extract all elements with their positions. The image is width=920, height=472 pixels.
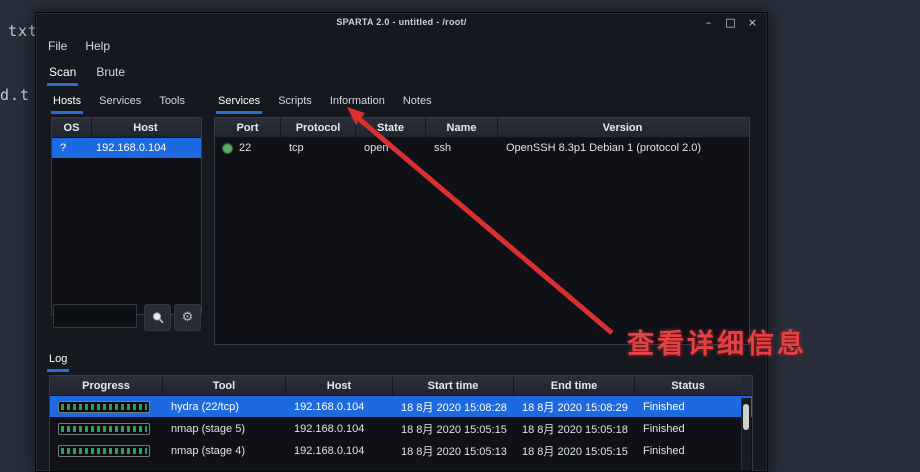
host-address-cell: 192.168.0.104 (96, 142, 167, 154)
titlebar[interactable]: SPARTA 2.0 - untitled - /root/ – □ × (36, 13, 767, 33)
log-status-cell: Finished (643, 422, 685, 435)
tab-notes[interactable]: Notes (401, 93, 434, 114)
tab-scripts[interactable]: Scripts (276, 93, 314, 114)
column-header-version[interactable]: Version (498, 118, 747, 137)
column-header-tool[interactable]: Tool (163, 376, 286, 395)
log-end-cell: 18 8月 2020 15:05:15 (522, 445, 628, 458)
log-tool-cell: nmap (stage 4) (171, 444, 245, 457)
log-start-cell: 18 8月 2020 15:08:28 (401, 401, 507, 414)
log-row-hydra[interactable]: hydra (22/tcp) 192.168.0.104 18 8月 2020 … (50, 396, 752, 418)
service-protocol-cell: tcp (289, 142, 304, 154)
service-state-cell: open (364, 142, 389, 154)
background-terminal-text: d.t (0, 86, 31, 104)
log-end-cell: 18 8月 2020 15:05:18 (522, 423, 628, 436)
log-row-nmap-stage5[interactable]: nmap (stage 5) 192.168.0.104 18 8月 2020 … (50, 418, 752, 440)
services-table: Port Protocol State Name Version 22 tcp … (214, 117, 750, 345)
port-open-icon (222, 142, 233, 154)
log-tabs: Log (47, 351, 70, 372)
maximize-button[interactable]: □ (724, 15, 737, 30)
search-button[interactable] (144, 304, 171, 331)
progress-bar (50, 422, 163, 435)
log-start-cell: 18 8月 2020 15:05:13 (401, 445, 507, 458)
column-header-log-host[interactable]: Host (286, 376, 393, 395)
minimize-button[interactable]: – (702, 15, 715, 30)
host-row[interactable]: ? 192.168.0.104 (52, 138, 201, 158)
services-panel-tabs: Services Scripts Information Notes (216, 93, 434, 114)
log-scrollbar-thumb[interactable] (743, 404, 749, 430)
log-tool-cell: hydra (22/tcp) (171, 400, 239, 413)
sparta-window: SPARTA 2.0 - untitled - /root/ – □ × Fil… (35, 12, 768, 472)
host-filter-input[interactable] (53, 304, 137, 328)
host-os-cell: ? (60, 142, 67, 154)
column-header-progress[interactable]: Progress (50, 376, 163, 395)
tab-information[interactable]: Information (328, 93, 387, 114)
log-host-cell: 192.168.0.104 (294, 422, 365, 435)
service-name-cell: ssh (434, 142, 452, 154)
service-port-cell: 22 (239, 142, 252, 154)
tab-services[interactable]: Services (216, 93, 263, 114)
column-header-host[interactable]: Host (92, 118, 199, 137)
main-tabs: Scan Brute (47, 63, 127, 86)
column-header-protocol[interactable]: Protocol (281, 118, 356, 137)
hosts-table: OS Host ? 192.168.0.104 (51, 117, 202, 315)
tab-services-left[interactable]: Services (97, 93, 143, 114)
column-header-end-time[interactable]: End time (514, 376, 635, 395)
close-button[interactable]: × (746, 15, 759, 30)
gear-icon: ⚙ (181, 310, 194, 325)
service-version-cell: OpenSSH 8.3p1 Debian 1 (protocol 2.0) (506, 142, 702, 154)
log-start-cell: 18 8月 2020 15:05:15 (401, 423, 507, 436)
annotation-text: 查看详细信息 (627, 329, 807, 360)
search-icon (152, 311, 164, 323)
tab-scan[interactable]: Scan (47, 63, 79, 86)
log-host-cell: 192.168.0.104 (294, 444, 365, 457)
tab-brute[interactable]: Brute (94, 63, 127, 86)
tab-hosts[interactable]: Hosts (51, 93, 84, 114)
menu-help[interactable]: Help (85, 39, 110, 53)
progress-bar (50, 444, 163, 457)
log-status-cell: Finished (643, 400, 685, 413)
log-host-cell: 192.168.0.104 (294, 400, 365, 413)
tab-tools[interactable]: Tools (157, 93, 187, 114)
log-end-cell: 18 8月 2020 15:08:29 (522, 401, 628, 414)
log-tool-cell: nmap (stage 5) (171, 422, 245, 435)
hosts-panel-tabs: Hosts Services Tools (51, 93, 187, 114)
window-title: SPARTA 2.0 - untitled - /root/ (336, 17, 467, 27)
log-status-cell: Finished (643, 444, 685, 457)
column-header-state[interactable]: State (356, 118, 426, 137)
menu-file[interactable]: File (48, 39, 67, 53)
column-header-status[interactable]: Status (635, 376, 741, 395)
column-header-port[interactable]: Port (215, 118, 281, 137)
service-row[interactable]: 22 tcp open ssh OpenSSH 8.3p1 Debian 1 (… (215, 138, 749, 158)
background-terminal-text: txt (8, 22, 39, 40)
column-header-name[interactable]: Name (426, 118, 498, 137)
log-row-nmap-stage4[interactable]: nmap (stage 4) 192.168.0.104 18 8月 2020 … (50, 440, 752, 462)
log-scrollbar[interactable] (741, 398, 751, 470)
log-table: Progress Tool Host Start time End time S… (49, 375, 753, 471)
column-header-os[interactable]: OS (52, 118, 92, 137)
filter-settings-button[interactable]: ⚙ (174, 304, 201, 331)
column-header-start-time[interactable]: Start time (393, 376, 514, 395)
menu-bar: File Help (48, 39, 110, 53)
tab-log[interactable]: Log (47, 351, 70, 372)
progress-bar (50, 400, 163, 413)
